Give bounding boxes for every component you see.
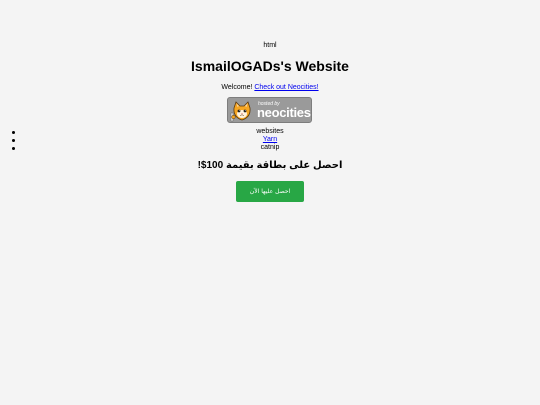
- top-label: html: [263, 42, 277, 49]
- promo-heading: احصل على بطاقة بقيمة 100$!: [197, 160, 343, 171]
- list-item: catnip: [0, 144, 540, 152]
- page-title: IsmailOGADs's Website: [191, 58, 349, 74]
- list-item-label: catnip: [260, 144, 280, 151]
- welcome-text: Welcome!: [221, 84, 255, 91]
- bullet-icon: [12, 146, 15, 150]
- neocities-cat-icon: [230, 101, 251, 122]
- list-item: websites: [0, 128, 540, 136]
- list-item: Yarn: [0, 136, 540, 144]
- bullet-icon: [12, 130, 15, 134]
- welcome-line: Welcome! Check out Neocities!: [0, 83, 540, 92]
- badge-brand-text: neocities: [257, 105, 311, 120]
- page: html IsmailOGADs's Website Welcome! Chec…: [0, 0, 540, 405]
- hosted-by-neocities-badge[interactable]: hosted by neocities: [227, 97, 312, 123]
- list-item-link-yarn[interactable]: Yarn: [263, 136, 277, 143]
- list-item-label: websites: [256, 128, 284, 135]
- neocities-link[interactable]: Check out Neocities!: [254, 84, 318, 91]
- bullet-icon: [12, 138, 15, 142]
- get-it-now-button[interactable]: احصل عليها الآن: [236, 181, 304, 202]
- items-list: websites Yarn catnip: [0, 128, 540, 152]
